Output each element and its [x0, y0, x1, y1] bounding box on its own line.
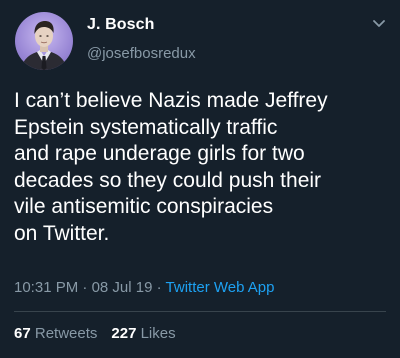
- tweet-stats: 67 Retweets 227 Likes: [14, 325, 176, 342]
- chevron-down-icon[interactable]: [370, 14, 388, 32]
- tweet-text-line: decades so they could push their: [14, 168, 322, 192]
- tweet-text-line: on Twitter.: [14, 221, 110, 245]
- retweets-stat[interactable]: 67 Retweets: [14, 325, 97, 342]
- divider: [14, 311, 386, 312]
- tweet-source-link[interactable]: Twitter Web App: [166, 279, 275, 296]
- retweets-label: Retweets: [34, 325, 98, 342]
- display-name[interactable]: J. Bosch: [87, 16, 155, 34]
- likes-label: Likes: [140, 325, 176, 342]
- tweet-text-line: and rape underage girls for two: [14, 142, 305, 166]
- avatar[interactable]: [15, 12, 73, 70]
- tweet-date[interactable]: 08 Jul 19: [92, 279, 153, 296]
- tweet-text-line: Epstein systematically traffic: [14, 115, 278, 139]
- tweet-text: I can’t believe Nazis made Jeffrey Epste…: [14, 88, 390, 248]
- likes-count: 227: [111, 325, 137, 342]
- profile-photo-icon: [21, 21, 67, 70]
- tweet-card: J. Bosch @josefbosredux I can’t believe …: [0, 0, 400, 358]
- tweet-text-line: I can’t believe Nazis made Jeffrey: [14, 89, 328, 112]
- user-handle[interactable]: @josefbosredux: [87, 45, 196, 62]
- likes-stat[interactable]: 227 Likes: [111, 325, 175, 342]
- retweets-count: 67: [14, 325, 31, 342]
- tweet-meta: 10:31 PM · 08 Jul 19 · Twitter Web App: [14, 279, 274, 296]
- tweet-time[interactable]: 10:31 PM: [14, 279, 78, 296]
- meta-separator: ·: [156, 279, 162, 296]
- meta-separator: ·: [82, 279, 88, 296]
- tweet-text-line: vile antisemitic conspiracies: [14, 195, 274, 219]
